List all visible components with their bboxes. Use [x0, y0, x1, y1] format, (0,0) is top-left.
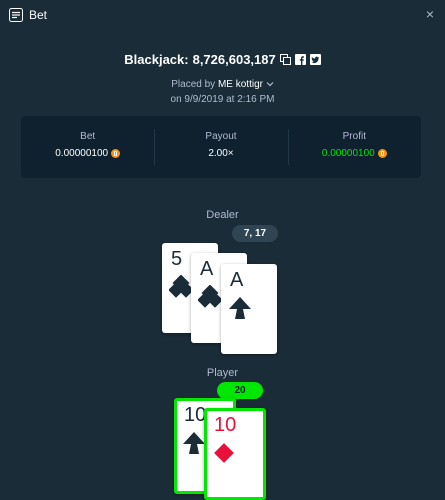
- club-suit-icon: [198, 285, 222, 308]
- game-name: Blackjack:: [124, 52, 189, 67]
- stat-profit-value: 0.00000100: [321, 148, 375, 159]
- diamond-suit-icon: [214, 443, 234, 463]
- twitter-icon[interactable]: [309, 54, 321, 65]
- spade-suit-icon: [183, 432, 205, 454]
- stat-payout: Payout 2.00×: [154, 116, 287, 178]
- card-rank: A: [230, 269, 244, 291]
- copy-icon[interactable]: [279, 54, 291, 65]
- dealer-total-badge: 7, 17: [232, 225, 278, 242]
- stat-profit: Profit 0.00000100: [287, 116, 421, 178]
- stat-bet: Bet 0.00000100: [21, 116, 154, 178]
- stat-bet-value: 0.00000100: [55, 148, 109, 159]
- bitcoin-coin-icon: [111, 149, 121, 158]
- player-label: Player: [206, 367, 239, 379]
- stat-payout-value: 2.00×: [208, 148, 234, 159]
- close-button[interactable]: ×: [426, 6, 434, 22]
- placed-by-prefix: Placed by: [171, 79, 216, 90]
- spade-suit-icon: [229, 297, 251, 319]
- stat-bet-value-row: 0.00000100: [21, 148, 154, 159]
- bet-headline: Blackjack: 8,726,603,187: [0, 52, 445, 67]
- stat-payout-value-row: 2.00×: [154, 148, 287, 159]
- dealer-label: Dealer: [206, 209, 239, 221]
- placed-by-line: Placed by ME kottigr: [0, 79, 445, 90]
- stat-profit-value-row: 0.00000100: [288, 148, 421, 159]
- dealer-card-3: A: [221, 264, 277, 354]
- chevron-down-icon[interactable]: [266, 81, 274, 87]
- placed-date: on 9/9/2019 at 2:16 PM: [170, 94, 275, 105]
- bitcoin-coin-icon: [377, 149, 387, 158]
- window-title: Bet: [29, 8, 48, 22]
- card-rank: 5: [171, 248, 183, 270]
- stat-profit-label: Profit: [342, 131, 366, 142]
- card-rank: A: [200, 258, 214, 280]
- window-titlebar: Bet ×: [0, 0, 445, 30]
- player-card-2: 10: [204, 408, 266, 500]
- facebook-icon[interactable]: [294, 54, 306, 65]
- card-rank: 10: [184, 404, 207, 426]
- bet-id: 8,726,603,187: [192, 52, 276, 67]
- stat-bet-label: Bet: [80, 131, 96, 142]
- card-rank: 10: [214, 414, 237, 436]
- club-suit-icon: [169, 275, 193, 298]
- username-link[interactable]: ME kottigr: [218, 79, 263, 90]
- bet-stats-panel: Bet 0.00000100 Payout 2.00× Profit 0.000…: [21, 116, 421, 178]
- bet-slip-icon: [9, 8, 23, 22]
- stat-payout-label: Payout: [205, 131, 237, 142]
- player-total-badge: 20: [217, 382, 263, 399]
